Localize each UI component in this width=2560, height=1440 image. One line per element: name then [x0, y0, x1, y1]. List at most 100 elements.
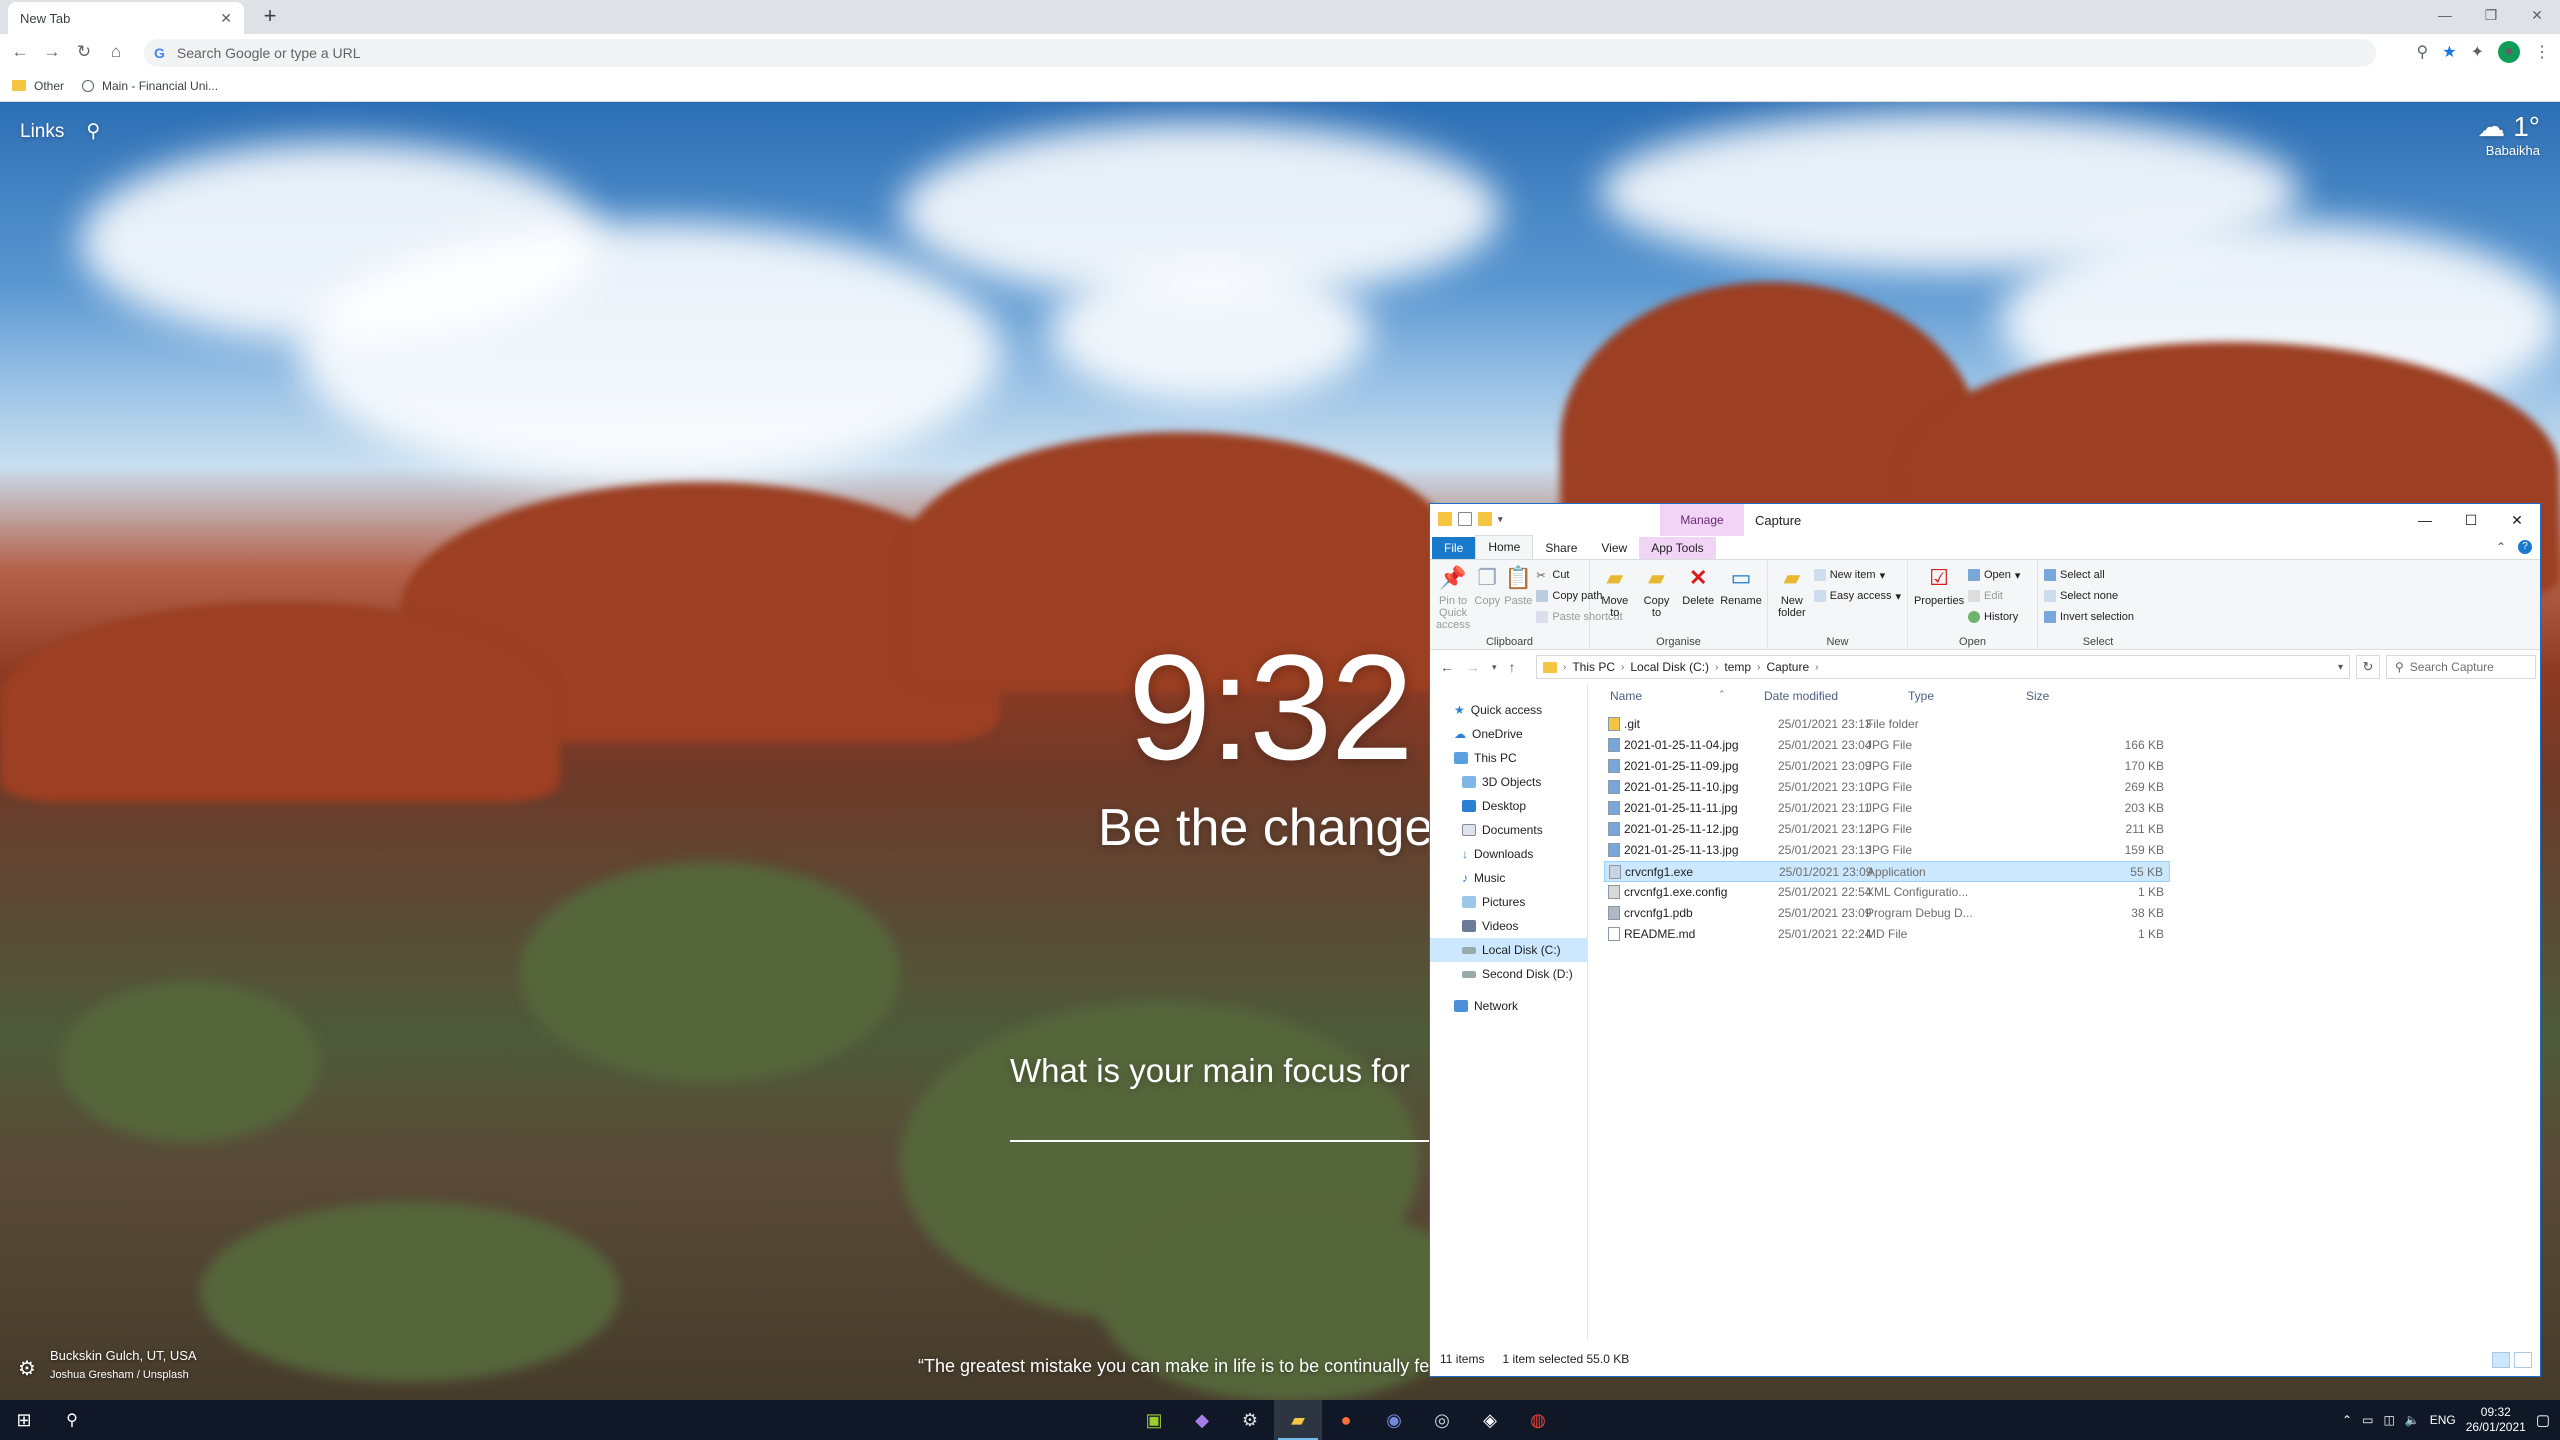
qat-dropdown-icon[interactable]: ▾: [1498, 514, 1503, 525]
details-view-icon[interactable]: [2492, 1352, 2510, 1368]
home-icon[interactable]: ⌂: [104, 40, 128, 64]
crumb-capture[interactable]: Capture: [1766, 660, 1809, 674]
search-input[interactable]: [2409, 660, 2520, 674]
file-row[interactable]: crvcnfg1.exe 25/01/2021 23:09 Application 5…: [1604, 861, 2170, 882]
taskbar-clock[interactable]: 09:32 26/01/2021: [2466, 1405, 2526, 1435]
tab-home[interactable]: Home: [1475, 535, 1534, 559]
app-terminal-icon[interactable]: ▣: [1130, 1400, 1178, 1440]
extensions-icon[interactable]: ✦: [2471, 42, 2484, 62]
forward-icon[interactable]: →: [40, 40, 64, 64]
restore-icon[interactable]: ❐: [2468, 0, 2514, 30]
col-name[interactable]: Name: [1610, 689, 1642, 703]
invert-selection-button[interactable]: Invert selection: [2044, 608, 2134, 626]
crumb-local-disk[interactable]: Local Disk (C:): [1630, 660, 1709, 674]
file-row[interactable]: .git 25/01/2021 23:13 File folder: [1604, 714, 2170, 735]
volume-icon[interactable]: 🔈: [2405, 1413, 2420, 1427]
discord-icon[interactable]: ◉: [1370, 1400, 1418, 1440]
refresh-icon[interactable]: ↻: [2356, 655, 2380, 679]
notifications-icon[interactable]: ▢: [2536, 1411, 2550, 1429]
file-row[interactable]: 2021-01-25-11-12.jpg 25/01/2021 23:12 JPG …: [1604, 819, 2170, 840]
omnibox[interactable]: G: [144, 39, 2376, 67]
photo-location[interactable]: Buckskin Gulch, UT, USA: [50, 1348, 197, 1363]
nav-videos[interactable]: Videos: [1430, 914, 1587, 938]
minimize-icon[interactable]: —: [2402, 504, 2448, 536]
nav-downloads[interactable]: ↓ Downloads: [1430, 842, 1587, 866]
file-row[interactable]: 2021-01-25-11-10.jpg 25/01/2021 23:10 JPG …: [1604, 777, 2170, 798]
file-explorer-icon[interactable]: ▰: [1274, 1400, 1322, 1440]
battery-icon[interactable]: ▭: [2362, 1413, 2373, 1427]
network-icon[interactable]: ◫: [2383, 1413, 2394, 1427]
easy-access-button[interactable]: Easy access ▾: [1813, 587, 1901, 605]
bookmark-star-icon[interactable]: ★: [2442, 42, 2456, 62]
col-type[interactable]: Type: [1908, 689, 1934, 703]
file-row[interactable]: crvcnfg1.exe.config 25/01/2021 22:54 XML C…: [1604, 882, 2170, 903]
settings-gear-icon[interactable]: ⚙: [1226, 1400, 1274, 1440]
select-none-button[interactable]: Select none: [2044, 587, 2134, 605]
up-icon[interactable]: ↑: [1509, 659, 1516, 675]
weather-widget[interactable]: ☁ 1° Babaikha: [2477, 110, 2540, 159]
unity-icon[interactable]: ◈: [1466, 1400, 1514, 1440]
path-dropdown-icon[interactable]: ▾: [2338, 662, 2343, 673]
new-tab-button[interactable]: +: [258, 5, 282, 29]
bookmark-financial-uni[interactable]: Main - Financial Uni...: [82, 79, 218, 93]
nav-music[interactable]: ♪ Music: [1430, 866, 1587, 890]
new-folder-qat-icon[interactable]: [1478, 512, 1492, 526]
links-button[interactable]: Links: [20, 121, 64, 143]
nav-second-disk[interactable]: Second Disk (D:): [1430, 962, 1587, 986]
settings-gear-icon[interactable]: ⚙: [18, 1356, 36, 1381]
file-row[interactable]: crvcnfg1.pdb 25/01/2021 23:09 Program Debu…: [1604, 903, 2170, 924]
select-all-button[interactable]: Select all: [2044, 566, 2134, 584]
tray-chevron-icon[interactable]: ⌃: [2342, 1413, 2352, 1427]
nav-network[interactable]: Network: [1430, 994, 1587, 1018]
visual-studio-icon[interactable]: ◆: [1178, 1400, 1226, 1440]
tab-file[interactable]: File: [1432, 537, 1476, 559]
nav-desktop[interactable]: Desktop: [1430, 794, 1587, 818]
close-icon[interactable]: ✕: [2494, 504, 2540, 536]
file-row[interactable]: README.md 25/01/2021 22:24 MD File 1 KB: [1604, 924, 2170, 945]
photo-credit[interactable]: Joshua Gresham / Unsplash: [50, 1369, 197, 1381]
edit-button[interactable]: Edit: [1968, 587, 2020, 605]
nav-pictures[interactable]: Pictures: [1430, 890, 1587, 914]
search-icon[interactable]: ⚲: [86, 120, 100, 143]
nav-this-pc[interactable]: This PC: [1430, 746, 1587, 770]
file-row[interactable]: 2021-01-25-11-11.jpg 25/01/2021 23:11 JPG …: [1604, 798, 2170, 819]
file-row[interactable]: 2021-01-25-11-04.jpg 25/01/2021 23:04 JPG …: [1604, 735, 2170, 756]
properties-qat-icon[interactable]: [1458, 512, 1472, 526]
omnibox-input[interactable]: [176, 45, 977, 61]
maximize-icon[interactable]: ☐: [2448, 504, 2494, 536]
tab-view[interactable]: View: [1589, 537, 1639, 559]
history-button[interactable]: History: [1968, 608, 2020, 626]
back-icon[interactable]: ←: [8, 40, 32, 64]
manage-tab[interactable]: Manage: [1660, 504, 1744, 536]
col-size[interactable]: Size: [2026, 689, 2049, 703]
back-icon[interactable]: ←: [1440, 659, 1454, 675]
steam-icon[interactable]: ◎: [1418, 1400, 1466, 1440]
firefox-icon[interactable]: ●: [1322, 1400, 1370, 1440]
nav-onedrive[interactable]: ☁ OneDrive: [1430, 722, 1587, 746]
col-date-modified[interactable]: Date modified: [1764, 689, 1838, 703]
help-icon[interactable]: ?: [2518, 540, 2532, 554]
reload-icon[interactable]: ↻: [72, 40, 96, 64]
focus-input[interactable]: [1010, 1140, 1430, 1142]
search-box[interactable]: ⚲: [2386, 655, 2536, 679]
open-button[interactable]: Open ▾: [1968, 566, 2020, 584]
tab-share[interactable]: Share: [1533, 537, 1589, 559]
nav-local-disk[interactable]: Local Disk (C:): [1430, 938, 1587, 962]
file-row[interactable]: 2021-01-25-11-13.jpg 25/01/2021 23:13 JPG …: [1604, 840, 2170, 861]
chrome-icon[interactable]: ◍: [1514, 1400, 1562, 1440]
forward-icon[interactable]: →: [1466, 659, 1480, 675]
close-tab-icon[interactable]: ✕: [220, 10, 232, 27]
windows-start-icon[interactable]: ⊞: [0, 1400, 48, 1440]
search-icon[interactable]: ⚲: [48, 1400, 96, 1440]
collapse-ribbon-icon[interactable]: ⌃: [2496, 540, 2506, 554]
minimize-icon[interactable]: —: [2422, 0, 2468, 30]
crumb-this-pc[interactable]: This PC: [1572, 660, 1615, 674]
tab-new-tab[interactable]: New Tab ✕: [8, 2, 244, 34]
large-icons-view-icon[interactable]: [2514, 1352, 2532, 1368]
crumb-temp[interactable]: temp: [1724, 660, 1751, 674]
recent-locations-icon[interactable]: ▾: [1492, 662, 1497, 673]
breadcrumb[interactable]: › This PC › Local Disk (C:) › temp › Cap…: [1536, 655, 2350, 679]
bookmark-other[interactable]: Other: [12, 79, 64, 93]
nav-quick-access[interactable]: ★ Quick access: [1430, 698, 1587, 722]
language-indicator[interactable]: ENG: [2430, 1413, 2456, 1427]
